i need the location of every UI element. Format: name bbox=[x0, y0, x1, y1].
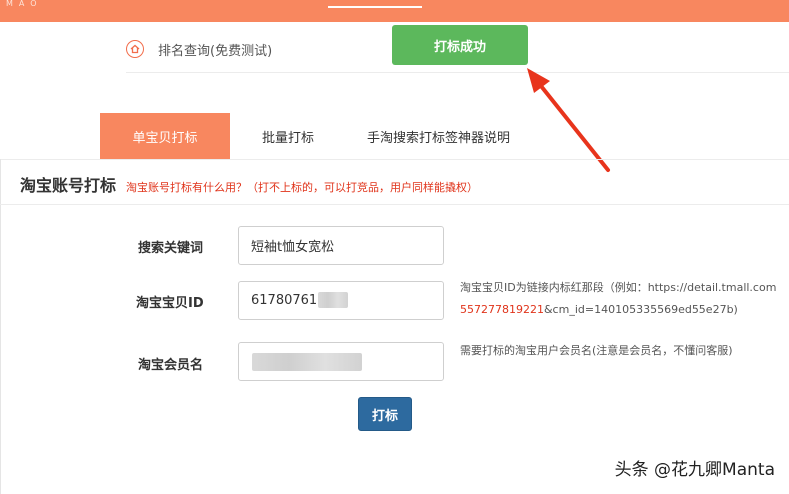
panel-header-divider bbox=[0, 204, 789, 205]
rank-query-label[interactable]: 排名查询(免费测试) bbox=[158, 40, 272, 59]
keyword-input[interactable] bbox=[238, 226, 444, 265]
mark-submit-button[interactable]: 打标 bbox=[358, 397, 412, 431]
rank-query-icon bbox=[126, 40, 144, 58]
rank-query-row[interactable]: 排名查询(免费测试) bbox=[126, 34, 272, 64]
tab-batch[interactable]: 批量打标 bbox=[230, 113, 346, 159]
tab-instructions[interactable]: 手淘搜索打标签神器说明 bbox=[346, 113, 531, 159]
divider bbox=[126, 72, 789, 73]
house-icon bbox=[130, 44, 140, 54]
form-panel bbox=[0, 159, 789, 494]
keyword-label: 搜索关键词 bbox=[138, 241, 204, 256]
tab-bar: 单宝贝打标 批量打标 手淘搜索打标签神器说明 bbox=[100, 113, 531, 159]
top-nav-bar: MAO bbox=[0, 0, 789, 22]
redacted-blur bbox=[252, 353, 362, 371]
panel-header: 淘宝账号打标 淘宝账号打标有什么用？（打不上标的，可以打竞品，用户同样能撬权） bbox=[20, 172, 478, 195]
member-label: 淘宝会员名 bbox=[138, 358, 204, 373]
member-help: 需要打标的淘宝用户会员名(注意是会员名，不懂问客服) bbox=[460, 344, 733, 357]
mark-success-button[interactable]: 打标成功 bbox=[392, 25, 528, 65]
redacted-blur bbox=[318, 292, 348, 308]
item-id-help: 淘宝宝贝ID为链接内标红那段（例如：https://detail.tmall.c… bbox=[460, 277, 776, 321]
item-id-example-highlight: 557277819221 bbox=[460, 303, 544, 316]
tab-single-item[interactable]: 单宝贝打标 bbox=[100, 113, 230, 159]
brand-text: MAO bbox=[6, 0, 43, 8]
panel-top-border bbox=[0, 159, 789, 160]
watermark: 头条 @花九卿Manta bbox=[614, 460, 775, 480]
active-nav-underline bbox=[328, 6, 422, 8]
item-id-help-line1: 淘宝宝贝ID为链接内标红那段（例如：https://detail.tmall.c… bbox=[460, 281, 777, 294]
arrow-shaft bbox=[539, 84, 610, 172]
item-id-help-rest: &cm_id=140105335569ed55e27b) bbox=[543, 303, 738, 316]
item-id-label: 淘宝宝贝ID bbox=[136, 296, 204, 311]
panel-title: 淘宝账号打标 bbox=[20, 176, 117, 195]
panel-left-border bbox=[0, 159, 1, 494]
item-id-help-line2: 557277819221&cm_id=140105335569ed55e27b) bbox=[460, 299, 776, 321]
panel-hint-link[interactable]: 淘宝账号打标有什么用？（打不上标的，可以打竞品，用户同样能撬权） bbox=[126, 179, 478, 195]
